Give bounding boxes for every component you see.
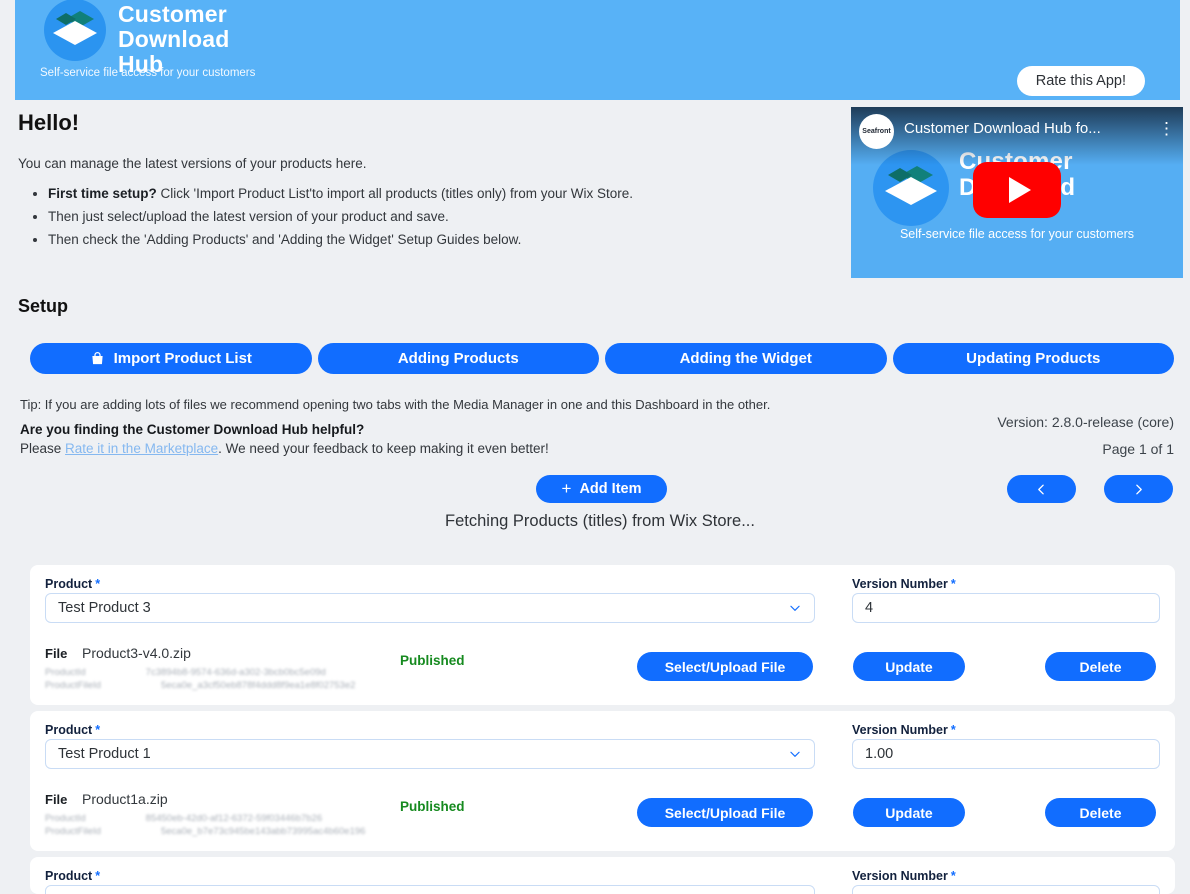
page-indicator: Page 1 of 1 [1102, 441, 1174, 457]
youtube-play-button[interactable] [973, 162, 1061, 218]
delete-button[interactable]: Delete [1045, 798, 1156, 827]
file-name: Product3-v4.0.zip [82, 645, 191, 661]
product-select[interactable]: Test Product 1 [45, 739, 815, 769]
chevron-left-icon [1035, 483, 1048, 496]
updating-products-button[interactable]: Updating Products [893, 343, 1175, 374]
select-upload-file-button[interactable]: Select/Upload File [637, 652, 813, 681]
file-label: File [45, 792, 67, 807]
add-item-button[interactable]: + Add Item [536, 475, 667, 503]
product-select-value: Test Product 3 [58, 600, 151, 616]
app-tagline: Self-service file access for your custom… [40, 67, 255, 79]
redacted-product-ids: ProductId7c3894b8-9574-636d-a302-3bcb0bc… [45, 667, 355, 693]
setup-button-label: Import Product List [114, 350, 252, 367]
file-name: Product1a.zip [82, 791, 168, 807]
adding-the-widget-button[interactable]: Adding the Widget [605, 343, 887, 374]
version-number-input[interactable] [852, 885, 1160, 894]
tutorial-video-thumbnail[interactable]: Customer Download Seafront Customer Down… [851, 107, 1183, 278]
required-asterisk: * [951, 577, 956, 591]
product-card: Product* Test Product 1 Version Number* … [30, 711, 1175, 851]
tip-text: Tip: If you are adding lots of files we … [20, 397, 770, 412]
product-field-label: Product* [45, 869, 100, 883]
product-card: Product* Test Product 3 Version Number* … [30, 565, 1175, 705]
version-text: Version: 2.8.0-release (core) [997, 414, 1174, 430]
version-number-input[interactable] [852, 593, 1160, 623]
required-asterisk: * [951, 723, 956, 737]
fetching-status-message: Fetching Products (titles) from Wix Stor… [0, 512, 1190, 531]
youtube-play-icon [1009, 177, 1031, 203]
plus-icon: + [562, 480, 572, 497]
next-page-button[interactable] [1104, 475, 1173, 503]
select-upload-file-button[interactable]: Select/Upload File [637, 798, 813, 827]
product-select-value: Test Product 1 [58, 746, 151, 762]
update-button[interactable]: Update [853, 798, 965, 827]
file-label: File [45, 646, 67, 661]
bullet-first-time-setup: First time setup? Click 'Import Product … [48, 186, 838, 201]
setup-bullet-list: First time setup? Click 'Import Product … [48, 186, 838, 255]
setup-section-title: Setup [18, 296, 68, 317]
feedback-line: Please Rate it in the Marketplace. We ne… [20, 441, 549, 456]
version-field-label: Version Number* [852, 577, 956, 591]
version-number-input[interactable] [852, 739, 1160, 769]
redacted-product-ids: ProductId85450eb-42d0-af12-6372-59f03446… [45, 813, 365, 839]
video-brand-tagline: Self-service file access for your custom… [851, 227, 1183, 241]
previous-page-button[interactable] [1007, 475, 1076, 503]
page-title: Hello! [18, 110, 79, 136]
required-asterisk: * [95, 577, 100, 591]
required-asterisk: * [951, 869, 956, 883]
video-title[interactable]: Customer Download Hub fo... [904, 120, 1152, 137]
intro-description: You can manage the latest versions of yo… [18, 156, 366, 171]
required-asterisk: * [95, 723, 100, 737]
import-product-list-button[interactable]: Import Product List [30, 343, 312, 374]
product-select[interactable]: Test Product 3 [45, 593, 815, 623]
required-asterisk: * [95, 869, 100, 883]
chevron-right-icon [1132, 483, 1145, 496]
app-title: Customer Download Hub [118, 2, 268, 76]
channel-avatar[interactable]: Seafront [859, 114, 894, 149]
product-field-label: Product* [45, 577, 100, 591]
status-badge: Published [400, 799, 465, 814]
setup-buttons-row: Import Product List Adding Products Addi… [30, 343, 1174, 374]
add-item-label: Add Item [579, 481, 641, 497]
setup-button-label: Updating Products [966, 350, 1100, 367]
feedback-question: Are you finding the Customer Download Hu… [20, 422, 364, 437]
rate-marketplace-link[interactable]: Rate it in the Marketplace [65, 441, 218, 456]
setup-button-label: Adding Products [398, 350, 519, 367]
kebab-menu-icon[interactable]: ⋮ [1158, 119, 1175, 139]
status-badge: Published [400, 653, 465, 668]
chevron-down-icon[interactable] [788, 747, 802, 761]
update-button[interactable]: Update [853, 652, 965, 681]
product-select[interactable] [45, 885, 815, 894]
product-field-label: Product* [45, 723, 100, 737]
product-card: Product* Version Number* [30, 857, 1175, 894]
adding-products-button[interactable]: Adding Products [318, 343, 600, 374]
setup-button-label: Adding the Widget [680, 350, 812, 367]
customer-download-hub-dashboard: Customer Download Hub Self-service file … [0, 0, 1190, 894]
bullet-select-upload: Then just select/upload the latest versi… [48, 209, 838, 224]
bullet-check-guides: Then check the 'Adding Products' and 'Ad… [48, 232, 838, 247]
version-field-label: Version Number* [852, 869, 956, 883]
video-top-bar: Seafront Customer Download Hub fo... ⋮ [851, 107, 1183, 165]
chevron-down-icon[interactable] [788, 601, 802, 615]
rate-app-button[interactable]: Rate this App! [1017, 66, 1145, 96]
shopping-bag-icon [90, 351, 105, 366]
app-logo [44, 0, 106, 61]
delete-button[interactable]: Delete [1045, 652, 1156, 681]
app-header: Customer Download Hub Self-service file … [15, 0, 1180, 100]
version-field-label: Version Number* [852, 723, 956, 737]
logo-diamond-icon [44, 0, 106, 61]
